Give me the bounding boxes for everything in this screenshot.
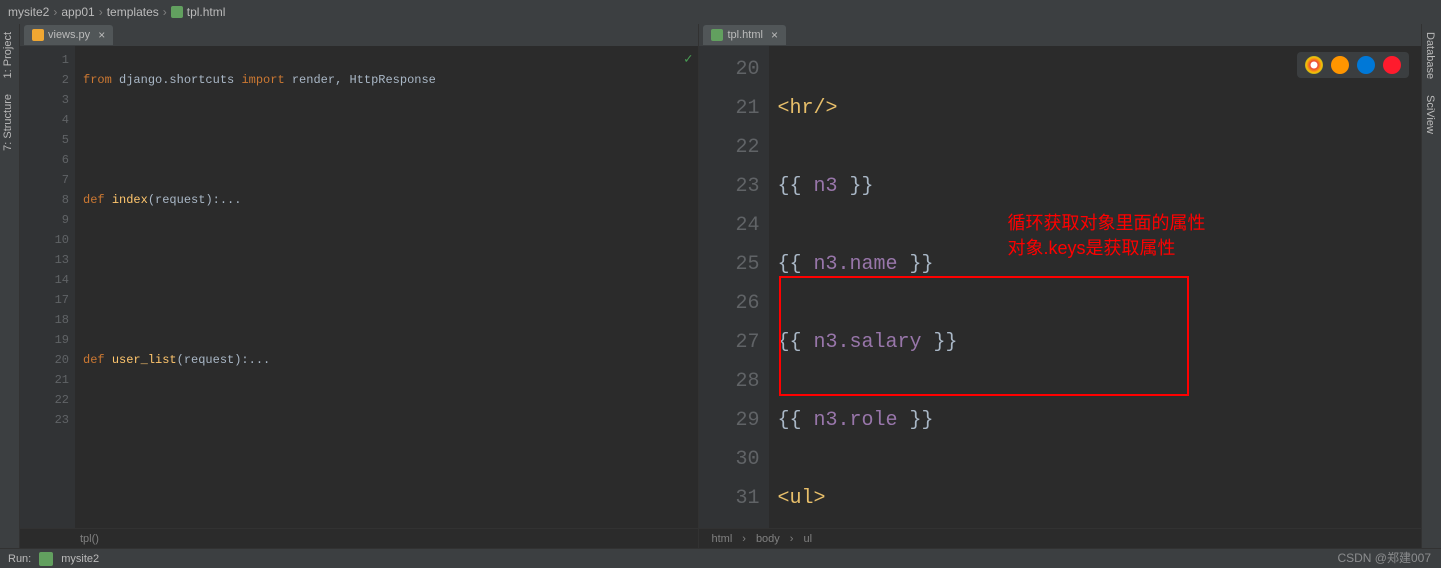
chevron-right-icon: › [742, 533, 746, 545]
breadcrumb-item[interactable]: app01 [61, 5, 94, 19]
breadcrumb-bar: mysite2 › app01 › templates › tpl.html [0, 0, 1441, 24]
line-gutter: 202122232425262728293031 [699, 46, 769, 528]
tab-bar: tpl.html × [699, 24, 1421, 46]
line-gutter: 12345678910131417181920212223 [20, 46, 75, 528]
close-icon[interactable]: × [771, 28, 778, 42]
edge-icon[interactable] [1357, 56, 1375, 74]
html-file-icon [171, 6, 183, 18]
editor-breadcrumb: html › body › ul [699, 528, 1421, 548]
context-crumb[interactable]: ul [803, 533, 812, 545]
chevron-right-icon: › [99, 5, 103, 19]
right-tool-sidebar: Database SciView [1421, 24, 1441, 548]
html-file-icon [711, 29, 723, 41]
run-config-icon [39, 552, 53, 566]
sidebar-tab-project[interactable]: 1: Project [0, 24, 16, 86]
context-crumb[interactable]: html [711, 533, 732, 545]
breadcrumb-item[interactable]: mysite2 [8, 5, 49, 19]
file-tab-label: views.py [48, 29, 90, 41]
annotation-text: 循环获取对象里面的属性 对象.keys是获取属性 [1007, 211, 1205, 261]
context-crumb[interactable]: body [756, 533, 780, 545]
watermark: CSDN @郑建007 [1337, 549, 1431, 566]
chevron-right-icon: › [790, 533, 794, 545]
browser-preview-icons [1297, 52, 1409, 78]
context-crumb[interactable]: tpl() [80, 533, 99, 545]
file-tab-label: tpl.html [727, 29, 762, 41]
sidebar-tab-database[interactable]: Database [1422, 24, 1438, 87]
left-editor-pane: views.py × 12345678910131417181920212223… [20, 24, 699, 548]
file-tab-tpl[interactable]: tpl.html × [703, 25, 785, 45]
sidebar-tab-sciview[interactable]: SciView [1422, 87, 1438, 142]
tab-bar: views.py × [20, 24, 698, 46]
breadcrumb-item[interactable]: templates [107, 5, 159, 19]
chrome-icon[interactable] [1305, 56, 1323, 74]
right-editor-pane: tpl.html × 202122232425262728293031 <hr/… [699, 24, 1421, 548]
chevron-right-icon: › [163, 5, 167, 19]
python-file-icon [32, 29, 44, 41]
firefox-icon[interactable] [1331, 56, 1349, 74]
code-content[interactable]: from django.shortcuts import render, Htt… [75, 46, 698, 528]
sidebar-tab-structure[interactable]: 7: Structure [0, 86, 16, 159]
annotation-box [779, 276, 1189, 396]
check-icon: ✓ [684, 50, 692, 70]
breadcrumb-item[interactable]: tpl.html [187, 5, 226, 19]
left-tool-sidebar: 1: Project 7: Structure [0, 24, 20, 548]
editor-breadcrumb: tpl() [20, 528, 698, 548]
run-label: Run: [8, 553, 31, 565]
run-tool-bar: Run: mysite2 [0, 548, 1441, 568]
run-config-name[interactable]: mysite2 [61, 553, 99, 565]
code-editor[interactable]: 202122232425262728293031 <hr/> {{ n3 }} … [699, 46, 1421, 528]
close-icon[interactable]: × [98, 28, 105, 42]
file-tab-views[interactable]: views.py × [24, 25, 113, 45]
opera-icon[interactable] [1383, 56, 1401, 74]
editor-split: views.py × 12345678910131417181920212223… [20, 24, 1421, 548]
chevron-right-icon: › [53, 5, 57, 19]
code-editor[interactable]: 12345678910131417181920212223 from djang… [20, 46, 698, 528]
